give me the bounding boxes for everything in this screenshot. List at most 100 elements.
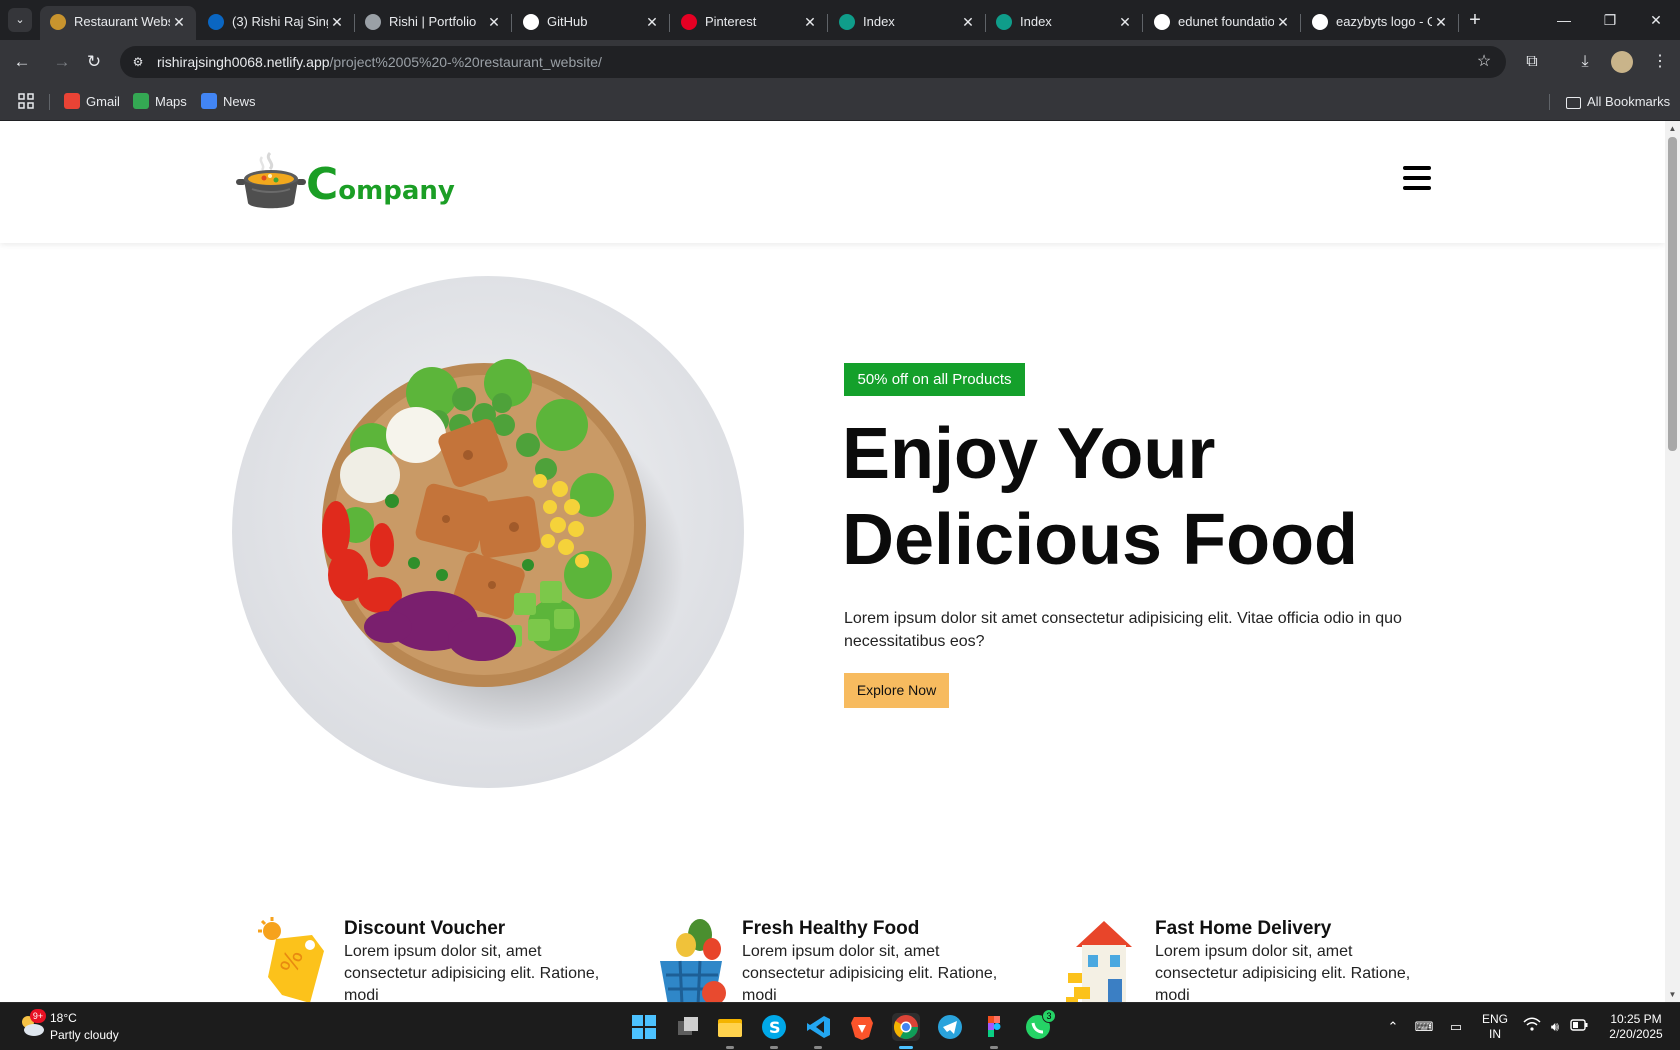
clock-date: 2/20/2025 — [1609, 1027, 1663, 1041]
tab-close-icon[interactable]: ✕ — [959, 13, 977, 31]
scroll-down-arrow-icon[interactable]: ▼ — [1668, 990, 1677, 999]
browser-tab[interactable]: Pinterest ✕ — [671, 6, 828, 40]
tab-close-icon[interactable]: ✕ — [485, 13, 503, 31]
telegram-icon[interactable] — [936, 1013, 964, 1041]
bookmark-maps[interactable]: Maps — [133, 92, 187, 112]
close-window-icon[interactable]: ✕ — [1644, 8, 1668, 32]
tab-separator — [1142, 14, 1143, 32]
logo-wordmark[interactable]: Company — [306, 163, 455, 213]
feature-title: Fresh Healthy Food — [742, 918, 920, 939]
browser-toolbar: ← → ↻ ⚙ rishirajsingh0068.netlify.app/pr… — [0, 40, 1680, 84]
browser-tab[interactable]: Index ✕ — [829, 6, 986, 40]
browser-tab[interactable]: Rishi | Portfolio ✕ — [355, 6, 512, 40]
weather-condition[interactable]: Partly cloudy — [50, 1027, 119, 1043]
tab-close-icon[interactable]: ✕ — [1432, 13, 1450, 31]
bookmark-star-icon[interactable]: ☆ — [1474, 52, 1494, 72]
feature-title: Fast Home Delivery — [1155, 918, 1332, 939]
browser-tab[interactable]: (3) Rishi Raj Singh✕ — [198, 6, 355, 40]
svg-text:S: S — [769, 1018, 781, 1037]
profile-avatar[interactable] — [1611, 51, 1633, 73]
extensions-icon[interactable]: ⧉ — [1520, 50, 1544, 74]
vscode-icon[interactable] — [804, 1013, 832, 1049]
brave-icon[interactable] — [848, 1013, 876, 1041]
bookmark-gmail[interactable]: Gmail — [64, 92, 120, 112]
skype-icon[interactable]: S — [760, 1013, 788, 1049]
language-indicator[interactable]: ENG IN — [1480, 1012, 1510, 1042]
browser-tab[interactable]: Restaurant Website✕ — [40, 6, 196, 40]
active-indicator — [899, 1046, 913, 1049]
all-bookmarks-button[interactable]: All Bookmarks — [1566, 92, 1670, 112]
file-explorer-icon[interactable] — [716, 1013, 744, 1049]
browser-tab[interactable]: Index ✕ — [986, 6, 1143, 40]
pinterest-favicon-icon — [681, 14, 697, 30]
hero-title-line1: Enjoy Your — [842, 414, 1216, 494]
tab-close-icon[interactable]: ✕ — [328, 13, 346, 31]
minimize-icon[interactable]: — — [1552, 8, 1576, 32]
reload-icon[interactable]: ↻ — [82, 50, 106, 74]
address-bar[interactable]: ⚙ rishirajsingh0068.netlify.app/project%… — [120, 46, 1506, 78]
site-header: Company — [0, 121, 1665, 243]
salad-bowl-image — [232, 276, 744, 788]
news-icon — [201, 93, 217, 109]
tab-separator — [511, 14, 512, 32]
battery-icon[interactable] — [1569, 1017, 1589, 1037]
system-clock[interactable]: 10:25 PM 2/20/2025 — [1600, 1012, 1672, 1042]
bookmark-separator — [1549, 94, 1550, 110]
feature-title: Discount Voucher — [344, 918, 506, 939]
food-basket-icon — [660, 919, 726, 1002]
feature-description: Lorem ipsum dolor sit, amet consectetur … — [344, 943, 600, 1002]
scrollbar-thumb[interactable] — [1668, 137, 1677, 451]
whatsapp-icon[interactable]: 3 — [1024, 1009, 1056, 1041]
hamburger-bar — [1403, 166, 1431, 170]
cooking-pot-logo-icon[interactable] — [234, 149, 308, 213]
wifi-icon[interactable] — [1522, 1017, 1542, 1037]
logo-initial: C — [306, 159, 339, 210]
explore-now-button[interactable]: Explore Now — [844, 673, 949, 708]
tab-separator — [669, 14, 670, 32]
hero-title-line2: Delicious Food — [842, 500, 1359, 580]
new-tab-button[interactable]: + — [1464, 9, 1486, 31]
bookmark-label: Gmail — [86, 94, 120, 109]
hamburger-menu-icon[interactable] — [1403, 166, 1431, 190]
tab-close-icon[interactable]: ✕ — [801, 13, 819, 31]
logo-rest: ompany — [338, 176, 455, 206]
forward-arrow-icon[interactable]: → — [50, 50, 74, 74]
site-info-icon[interactable]: ⚙ — [130, 54, 146, 70]
back-arrow-icon[interactable]: ← — [10, 50, 34, 74]
windows-start-icon[interactable] — [630, 1013, 658, 1041]
url-text[interactable]: rishirajsingh0068.netlify.app/project%20… — [157, 54, 602, 70]
task-view-icon[interactable] — [674, 1013, 702, 1041]
apps-grid-icon[interactable] — [18, 92, 34, 112]
clock-time: 10:25 PM — [1610, 1012, 1662, 1026]
tab-label: Rishi | Portfolio — [389, 14, 477, 29]
scroll-up-arrow-icon[interactable]: ▲ — [1668, 124, 1677, 133]
language-code: ENG — [1481, 1012, 1508, 1026]
tab-label: edunet foundation — [1178, 14, 1274, 29]
tab-close-icon[interactable]: ✕ — [1274, 13, 1292, 31]
tab-close-icon[interactable]: ✕ — [643, 13, 661, 31]
running-indicator — [770, 1046, 778, 1049]
restore-icon[interactable]: ❐ — [1598, 8, 1622, 32]
globe-favicon-icon — [365, 14, 381, 30]
maps-icon — [133, 93, 149, 109]
linkedin-favicon-icon — [208, 14, 224, 30]
tab-close-icon[interactable]: ✕ — [1116, 13, 1134, 31]
touchpad-icon[interactable]: ▭ — [1446, 1017, 1466, 1037]
browser-tab[interactable]: GitHub ✕ — [513, 6, 670, 40]
bookmark-news[interactable]: News — [201, 92, 256, 112]
download-icon[interactable]: ⤓ — [1573, 50, 1597, 74]
chrome-icon[interactable] — [892, 1013, 920, 1049]
show-hidden-icons-chevron-icon[interactable]: ⌃ — [1383, 1017, 1403, 1037]
tab-close-icon[interactable]: ✕ — [170, 13, 188, 31]
tab-search-button[interactable]: ⌄ — [8, 8, 32, 32]
page-scrollbar[interactable]: ▲ ▼ — [1665, 121, 1680, 1002]
volume-icon[interactable]: 🔊︎ — [1545, 1017, 1565, 1037]
weather-temperature[interactable]: 18°C — [50, 1011, 77, 1025]
browser-tab[interactable]: eazybyts logo - Google✕ — [1302, 6, 1459, 40]
keyboard-icon[interactable]: ⌨ — [1414, 1017, 1434, 1037]
browser-tab[interactable]: edunet foundation ✕ — [1144, 6, 1301, 40]
browser-menu-icon[interactable]: ⋮ — [1648, 50, 1672, 74]
browser-tab-bar: ⌄ Restaurant Website✕(3) Rishi Raj Singh… — [0, 0, 1680, 40]
bookmark-label: News — [223, 94, 256, 109]
figma-icon[interactable] — [980, 1013, 1008, 1049]
